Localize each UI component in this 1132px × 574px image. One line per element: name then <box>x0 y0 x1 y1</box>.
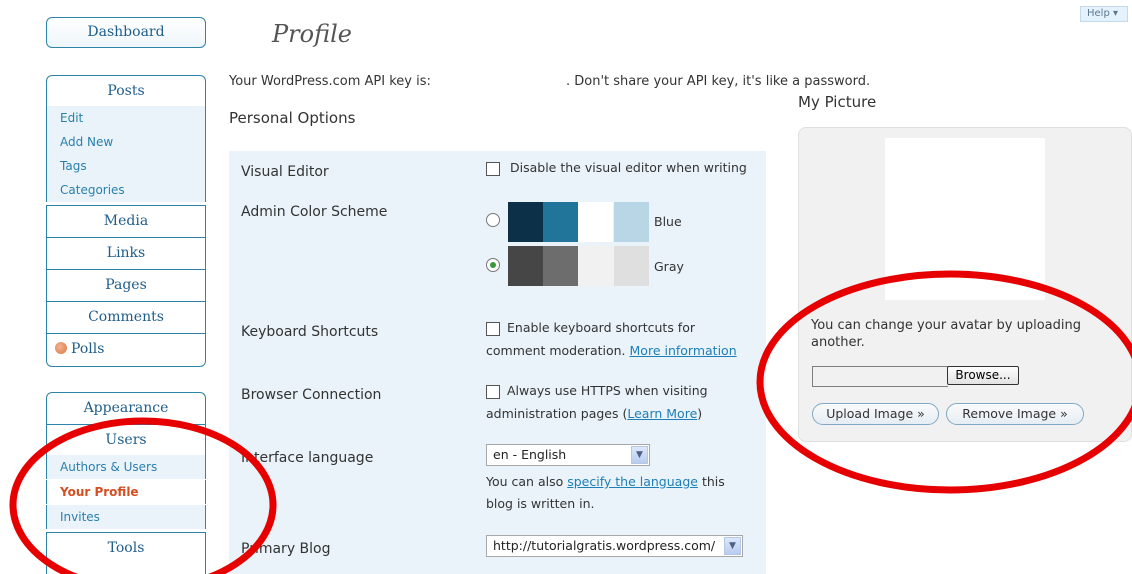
annotation-overlay <box>9 270 1132 574</box>
annotation-circle-picture <box>756 270 1132 494</box>
annotation-circle-sidebar <box>9 417 277 574</box>
